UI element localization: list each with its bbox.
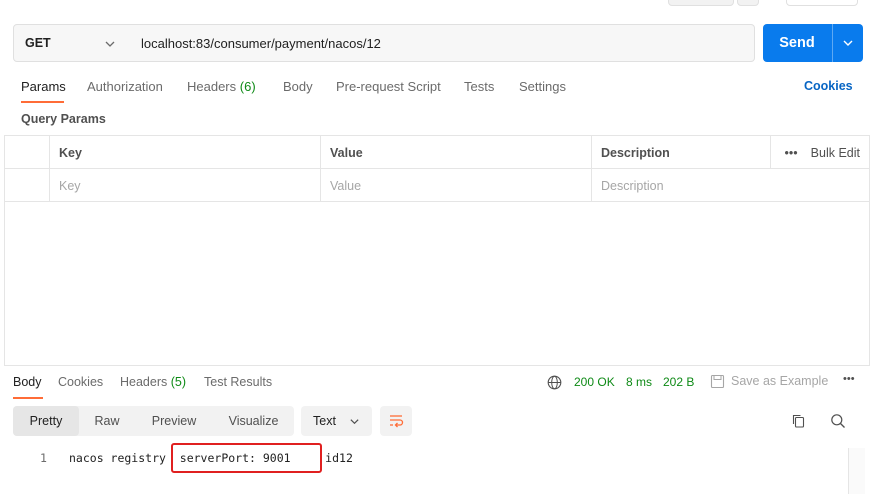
tab-label: Tests [464,79,495,94]
response-time[interactable]: 8 ms [626,375,652,389]
column-header-value: Value [320,136,591,169]
scrollbar[interactable] [848,448,865,494]
chevron-down-icon [350,419,359,425]
tab-label: Test Results [204,375,273,389]
line-number: 1 [40,451,47,465]
tab-label: Headers [187,79,237,94]
query-params-title: Query Params [21,112,106,126]
method-select[interactable]: GET [13,24,129,62]
top-toolbar-button[interactable] [668,0,734,6]
method-label: GET [25,36,51,50]
content-type-label: Text [313,414,336,428]
tab-label: Pre-request Script [336,79,441,94]
response-tab-headers[interactable]: Headers (5) [120,375,186,389]
send-options-button[interactable] [833,24,863,62]
tab-headers[interactable]: Headers (6) [187,79,256,94]
url-text: localhost:83/consumer/payment/nacos/12 [141,35,381,51]
column-header-key: Key [49,136,320,169]
params-table: Key Value Description ••• Bulk Edit Key … [4,135,870,202]
top-toolbar-button[interactable] [737,0,759,6]
tab-label: Body [13,375,42,389]
send-button[interactable]: Send [763,24,863,62]
tab-label: Body [283,79,313,94]
tab-label: Cookies [58,375,104,389]
save-as-example-button[interactable]: Save as Example [731,374,828,388]
tab-body[interactable]: Body [283,79,313,94]
tab-count: (5) [170,375,187,389]
more-options-icon[interactable]: ••• [785,146,798,160]
status-code[interactable]: 200 OK [574,375,615,389]
wrap-lines-icon [390,415,404,428]
bulk-edit-button[interactable]: Bulk Edit [811,146,860,160]
tab-label: Settings [519,79,566,94]
cookies-link[interactable]: Cookies [804,79,853,93]
response-tab-cookies[interactable]: Cookies [58,375,103,389]
save-icon [710,374,725,389]
tab-authorization[interactable]: Authorization [87,79,163,94]
tab-count: (6) [239,79,256,94]
tab-params[interactable]: Params [21,79,66,94]
send-label: Send [779,35,815,51]
url-input[interactable]: localhost:83/consumer/payment/nacos/12 [128,24,755,62]
format-visualize[interactable]: Visualize [213,406,294,436]
copy-icon[interactable] [791,413,806,429]
column-header-description: Description [591,136,771,169]
format-preview[interactable]: Preview [135,406,213,436]
format-tabs: Pretty Raw Preview Visualize [13,406,294,436]
globe-icon[interactable] [547,375,562,390]
highlight-box [171,443,322,473]
search-icon[interactable] [830,413,846,429]
content-type-select[interactable]: Text [301,406,372,436]
tab-label: Authorization [87,79,163,94]
response-size[interactable]: 202 B [663,375,694,389]
key-input[interactable]: Key [49,169,320,202]
chevron-down-icon [105,41,115,47]
tab-tests[interactable]: Tests [464,79,494,94]
active-tab-indicator [13,397,43,399]
active-tab-indicator [21,101,64,103]
more-options-icon[interactable]: ••• [843,373,855,385]
tab-settings[interactable]: Settings [519,79,566,94]
wrap-lines-button[interactable] [380,406,412,436]
format-raw[interactable]: Raw [79,406,135,436]
description-input[interactable]: Description [591,169,870,202]
top-toolbar-button[interactable] [786,0,858,6]
tab-label: Params [21,79,66,94]
table-header-row: Key Value Description ••• Bulk Edit [4,136,870,169]
response-tab-body[interactable]: Body [13,375,42,389]
format-pretty[interactable]: Pretty [13,406,79,436]
chevron-down-icon [843,40,853,46]
tab-pre-request-script[interactable]: Pre-request Script [336,79,441,94]
response-tab-test-results[interactable]: Test Results [204,375,272,389]
tab-label: Headers [120,375,168,389]
value-input[interactable]: Value [320,169,591,202]
table-row: Key Value Description [4,169,870,202]
